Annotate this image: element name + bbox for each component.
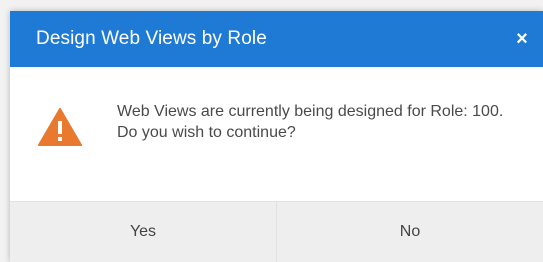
warning-icon: [38, 108, 82, 146]
dialog-message: Web Views are currently being designed f…: [117, 103, 504, 141]
dialog-body: Web Views are currently being designed f…: [10, 67, 543, 201]
dialog-title: Design Web Views by Role: [36, 28, 267, 49]
close-icon[interactable]: ×: [511, 28, 533, 50]
no-button[interactable]: No: [276, 202, 543, 262]
confirm-dialog: Design Web Views by Role × Web Views are…: [10, 11, 543, 262]
dialog-header: Design Web Views by Role ×: [10, 11, 543, 67]
yes-button[interactable]: Yes: [10, 202, 276, 262]
dialog-footer: Yes No: [10, 201, 543, 262]
